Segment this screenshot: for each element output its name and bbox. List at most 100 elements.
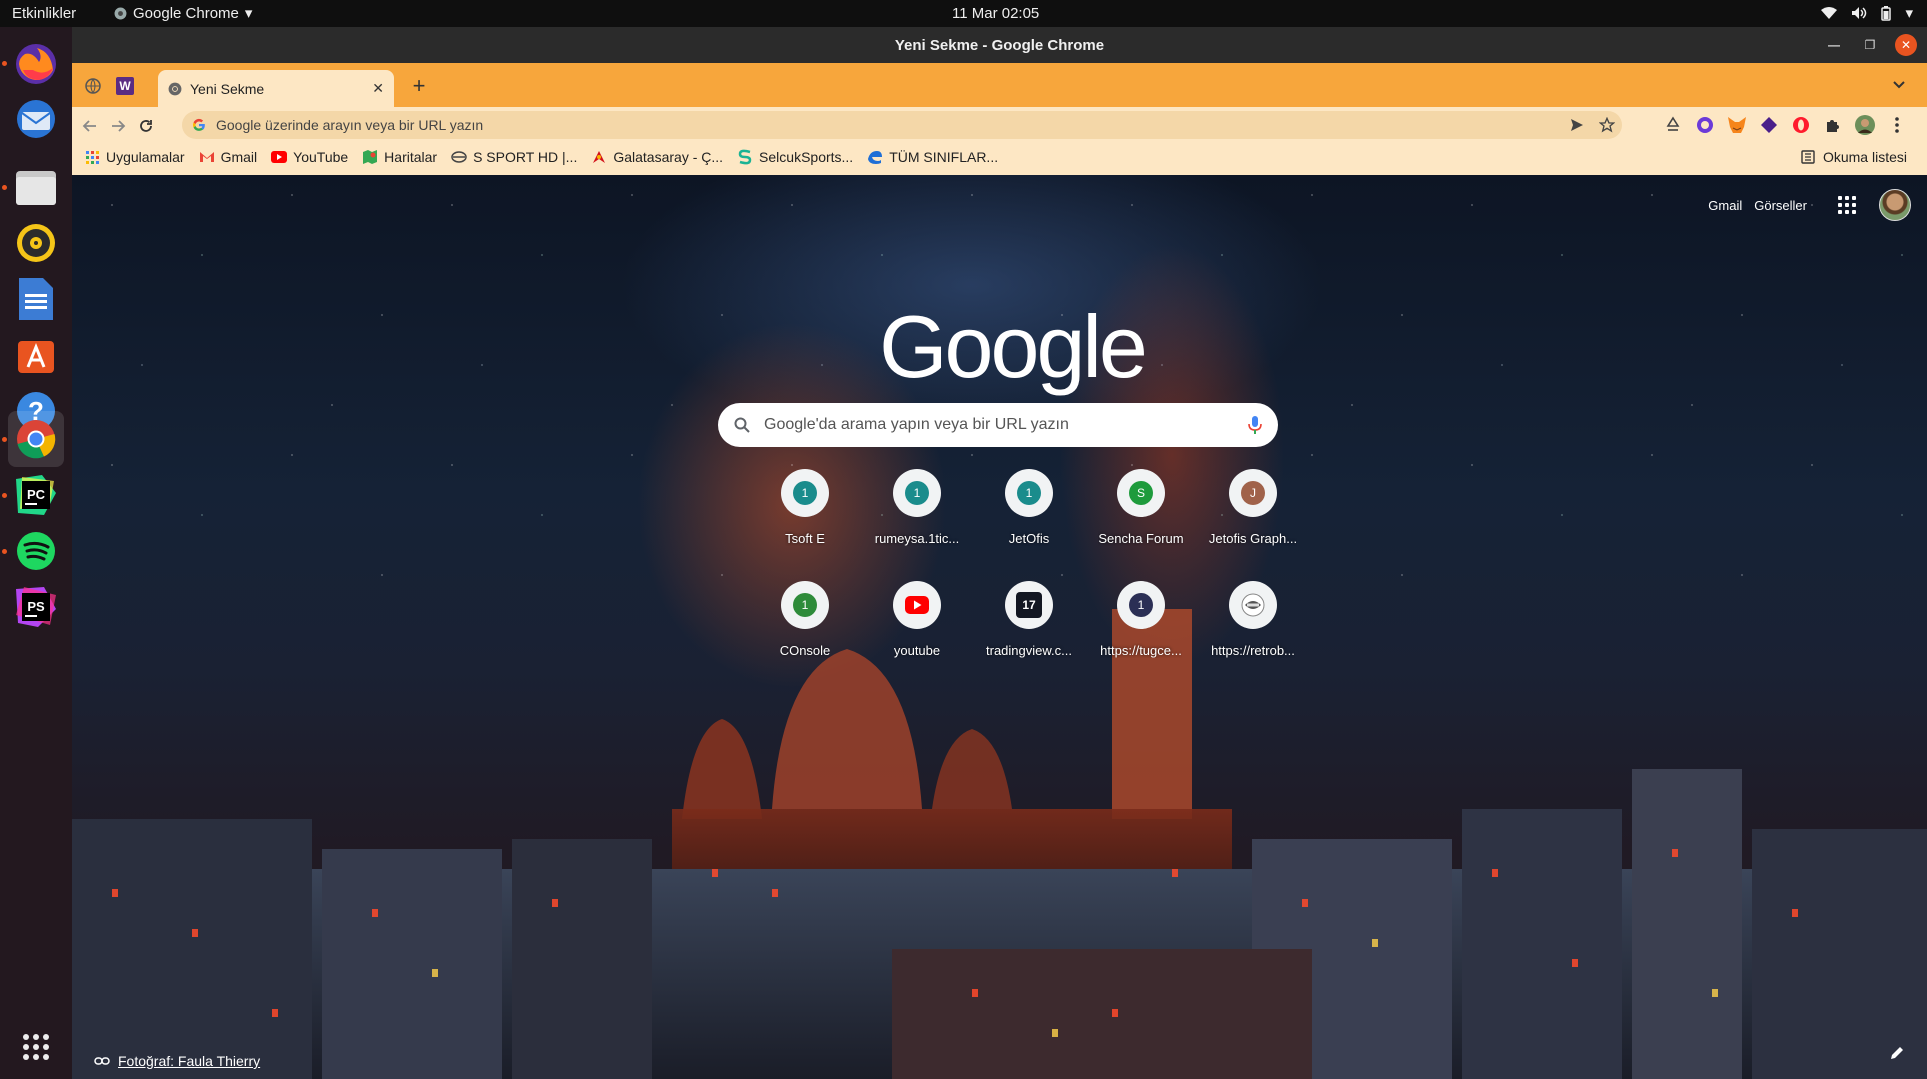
close-window-button[interactable]: ✕ [1895, 34, 1917, 56]
tab-yeni-sekme[interactable]: Yeni Sekme ✕ [158, 70, 394, 107]
shortcut-favicon: J [1229, 469, 1277, 517]
writer-icon[interactable] [8, 271, 64, 327]
spotify-icon[interactable] [8, 523, 64, 579]
recycle-extension-icon[interactable] [1662, 114, 1684, 136]
bookmark-selcuksports[interactable]: SelcukSports... [737, 149, 853, 165]
phpstorm-icon[interactable]: PS [8, 579, 64, 635]
gnome-top-bar: Etkinlikler Google Chrome ▾ 11 Mar 02:05… [0, 0, 1927, 27]
window-title: Yeni Sekme - Google Chrome [894, 37, 1105, 54]
bookmark-label: S SPORT HD |... [473, 149, 578, 165]
address-bar-placeholder: Google üzerinde arayın veya bir URL yazı… [216, 117, 484, 133]
thunderbird-icon[interactable] [8, 91, 64, 147]
chrome-favicon-icon [168, 82, 182, 96]
puzzle-extensions-icon[interactable] [1822, 114, 1844, 136]
firefox-icon[interactable] [8, 35, 64, 91]
forward-button[interactable] [106, 114, 130, 138]
edge-icon [867, 149, 883, 165]
ubuntu-dock: ? PC PS [0, 27, 72, 1079]
purple-circle-extension-icon[interactable] [1694, 114, 1716, 136]
apps-grid-icon [84, 149, 100, 165]
tab-close-icon[interactable]: ✕ [372, 80, 384, 97]
shortcut-favicon: 1 [781, 581, 829, 629]
shortcut-favicon: 1 [893, 469, 941, 517]
google-logo-text: Google [879, 297, 1145, 396]
tab-label: Yeni Sekme [190, 80, 265, 97]
bookmark-label: SelcukSports... [759, 149, 854, 165]
shortcut-favicon: 1 [1005, 469, 1053, 517]
shortcut-tile[interactable]: 1 Tsoft E [749, 457, 861, 569]
bookmark-youtube[interactable]: YouTube [271, 149, 348, 165]
bookmark-haritalar[interactable]: Haritalar [362, 149, 437, 165]
shortcut-tile[interactable]: https://retrob... [1197, 569, 1309, 681]
shortcut-tile[interactable]: 1 rumeysa.1tic... [861, 457, 973, 569]
bookmark-star-icon[interactable] [1592, 117, 1622, 133]
shortcut-tile[interactable]: 17 tradingview.c... [973, 569, 1085, 681]
search-box[interactable]: Google'da arama yapın veya bir URL yazın [718, 403, 1278, 447]
arrow-right-icon [112, 120, 126, 132]
shortcut-tile[interactable]: 1 COnsole [749, 569, 861, 681]
minimize-button[interactable]: — [1823, 34, 1845, 56]
bookmark-tum-siniflar[interactable]: TÜM SINIFLAR... [867, 149, 998, 165]
reload-icon [140, 120, 152, 132]
reload-button[interactable] [134, 114, 158, 138]
tab-search-chevron-icon[interactable] [1889, 75, 1909, 95]
software-icon[interactable] [8, 327, 64, 383]
bookmark-gmail[interactable]: Gmail [199, 149, 257, 165]
back-button[interactable] [78, 114, 102, 138]
reading-list-icon [1801, 150, 1815, 164]
images-link[interactable]: Görseller [1754, 198, 1807, 213]
pycharm-icon[interactable]: PC [8, 467, 64, 523]
purple-diamond-extension-icon[interactable] [1758, 114, 1780, 136]
tray-caret-icon: ▾ [1905, 5, 1913, 22]
profile-avatar-icon[interactable] [1854, 114, 1876, 136]
chrome-icon[interactable] [8, 411, 64, 467]
customize-pencil-icon[interactable] [1883, 1039, 1911, 1067]
bookmark-label: YouTube [293, 149, 349, 165]
microphone-icon[interactable] [1248, 415, 1262, 435]
window-titlebar[interactable]: Yeni Sekme - Google Chrome — ❐ ✕ [72, 27, 1927, 63]
bookmark-ssport[interactable]: S SPORT HD |... [451, 149, 577, 165]
address-bar[interactable]: Google üzerinde arayın veya bir URL yazı… [182, 111, 1622, 139]
metamask-fox-icon[interactable] [1726, 114, 1748, 136]
pinned-tab-globe[interactable] [78, 71, 108, 101]
shortcut-tile[interactable]: youtube [861, 569, 973, 681]
chrome-small-icon [114, 7, 127, 20]
pinned-tab-w[interactable]: W [110, 71, 140, 101]
ntp-header-links: Gmail Görseller [1708, 189, 1911, 221]
system-tray[interactable]: ▾ [1821, 4, 1913, 22]
extensions-area [1662, 114, 1908, 136]
files-icon[interactable] [8, 159, 64, 215]
bookmark-uygulamalar[interactable]: Uygulamalar [84, 149, 185, 165]
grid-icon[interactable] [8, 1019, 64, 1075]
shortcut-label: Tsoft E [785, 531, 825, 546]
shortcut-tile[interactable]: 1 https://tugce... [1085, 569, 1197, 681]
shortcut-label: rumeysa.1tic... [874, 531, 960, 546]
youtube-favicon-icon [893, 581, 941, 629]
google-g-icon [192, 118, 206, 132]
shortcut-tile[interactable]: S Sencha Forum [1085, 457, 1197, 569]
galatasaray-icon [591, 149, 607, 165]
chrome-window: Yeni Sekme - Google Chrome — ❐ ✕ W Yeni … [72, 27, 1927, 1079]
reading-list-button[interactable]: Okuma listesi [1801, 149, 1907, 165]
shortcut-label: https://retrob... [1211, 643, 1295, 658]
opera-extension-icon[interactable] [1790, 114, 1812, 136]
shortcut-tile[interactable]: 1 JetOfis [973, 457, 1085, 569]
send-tab-icon[interactable] [1562, 118, 1592, 132]
clock[interactable]: 11 Mar 02:05 [952, 5, 1039, 22]
shortcut-tile[interactable]: J Jetofis Graph... [1197, 457, 1309, 569]
retro-favicon-icon [1229, 581, 1277, 629]
shortcut-label: COnsole [779, 643, 831, 658]
activities-button[interactable]: Etkinlikler [12, 5, 76, 22]
bookmark-galatasaray[interactable]: Galatasaray - Ç... [591, 149, 723, 165]
gmail-link[interactable]: Gmail [1708, 198, 1742, 213]
rhythmbox-icon[interactable] [8, 215, 64, 271]
new-tab-button[interactable]: + [406, 73, 432, 99]
app-menu[interactable]: Google Chrome ▾ [114, 4, 252, 22]
tradingview-favicon-icon: 17 [1005, 581, 1053, 629]
google-apps-icon[interactable] [1835, 193, 1859, 217]
kebab-menu-icon[interactable] [1886, 114, 1908, 136]
maximize-button[interactable]: ❐ [1859, 34, 1881, 56]
account-avatar[interactable] [1879, 189, 1911, 221]
photo-credit[interactable]: Fotoğraf: Faula Thierry [94, 1053, 260, 1069]
globe-icon [85, 78, 101, 94]
